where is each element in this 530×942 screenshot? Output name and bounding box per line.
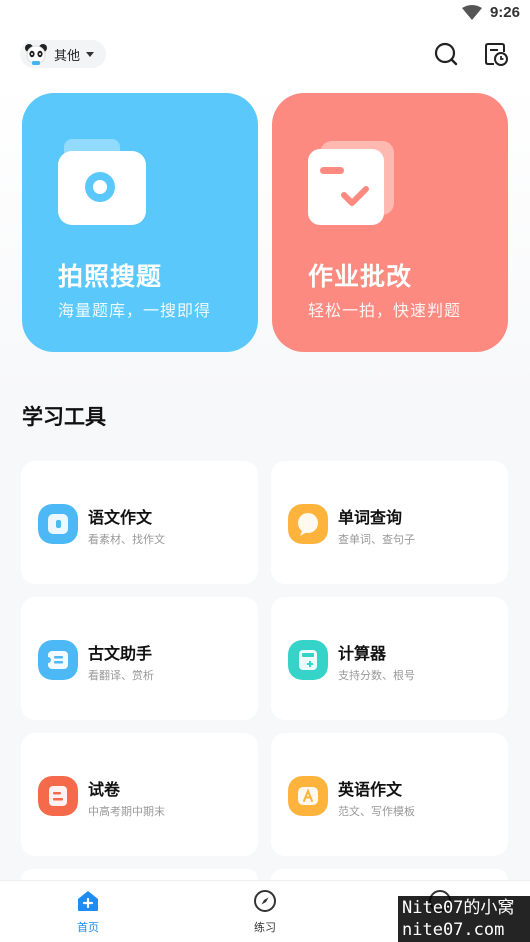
book-icon: [38, 504, 78, 544]
tool-name: 计算器: [338, 644, 387, 663]
tool-card-partial[interactable]: [21, 869, 258, 880]
caret-down-icon: [86, 51, 95, 57]
chat-bubble-icon: [288, 504, 328, 544]
tool-desc: 范文、写作模板: [338, 805, 415, 818]
tools-section-title: 学习工具: [22, 405, 106, 429]
homework-check-subtitle: 轻松一拍，快速判题: [308, 301, 462, 320]
nav-home-label: 首页: [77, 921, 99, 934]
history-icon[interactable]: [482, 40, 510, 68]
wifi-icon: [461, 4, 482, 20]
tool-english-essay[interactable]: 英语作文 范文、写作模板: [271, 733, 508, 856]
clock: 9:26: [489, 4, 520, 21]
tool-name: 试卷: [88, 780, 121, 799]
calculator-icon: [288, 640, 328, 680]
nav-practice-label: 练习: [254, 921, 276, 934]
tool-name: 单词查询: [338, 508, 403, 527]
tool-desc: 看翻译、赏析: [88, 669, 154, 682]
tool-classical-chinese[interactable]: 古文助手 看翻译、赏析: [21, 597, 258, 720]
photo-search-subtitle: 海量题库，一搜即得: [58, 301, 212, 320]
tool-name: 英语作文: [338, 780, 403, 799]
homework-check-card[interactable]: 作业批改 轻松一拍，快速判题: [272, 93, 508, 352]
panda-avatar-icon: [25, 44, 47, 65]
check-document-icon: [308, 141, 394, 225]
exam-paper-icon: [38, 776, 78, 816]
camera-icon: [58, 139, 146, 225]
nav-home[interactable]: 首页: [48, 889, 128, 935]
photo-search-card[interactable]: 拍照搜题 海量题库，一搜即得: [22, 93, 258, 352]
home-icon: [78, 891, 98, 911]
tool-desc: 支持分数、根号: [338, 669, 415, 682]
tool-card-partial[interactable]: [271, 869, 508, 880]
homework-check-title: 作业批改: [308, 262, 413, 291]
scroll-icon: [38, 640, 78, 680]
grade-selector[interactable]: 其他: [20, 40, 107, 68]
status-bar: 9:26: [0, 0, 530, 30]
english-letter-icon: [288, 776, 328, 816]
tool-desc: 查单词、查句子: [338, 533, 415, 546]
tool-name: 语文作文: [88, 508, 153, 527]
tool-exam-papers[interactable]: 试卷 中高考期中期末: [21, 733, 258, 856]
photo-search-title: 拍照搜题: [58, 262, 163, 291]
status-right: 9:26: [461, 4, 520, 21]
top-header: 其他: [0, 30, 530, 80]
watermark-line1: Nite07的小窝: [402, 898, 515, 918]
tool-desc: 看素材、找作文: [88, 533, 165, 546]
watermark-line2: nite07.com: [402, 920, 505, 940]
search-icon[interactable]: [432, 40, 460, 68]
tool-name: 古文助手: [88, 644, 153, 663]
tool-word-lookup[interactable]: 单词查询 查单词、查句子: [271, 461, 508, 584]
compass-icon: [254, 890, 276, 912]
tool-desc: 中高考期中期末: [88, 805, 165, 818]
nav-practice[interactable]: 练习: [225, 889, 305, 935]
tool-calculator[interactable]: 计算器 支持分数、根号: [271, 597, 508, 720]
watermark: Nite07的小窝 nite07.com: [398, 896, 530, 942]
grade-label: 其他: [54, 48, 81, 64]
tool-chinese-essay[interactable]: 语文作文 看素材、找作文: [21, 461, 258, 584]
